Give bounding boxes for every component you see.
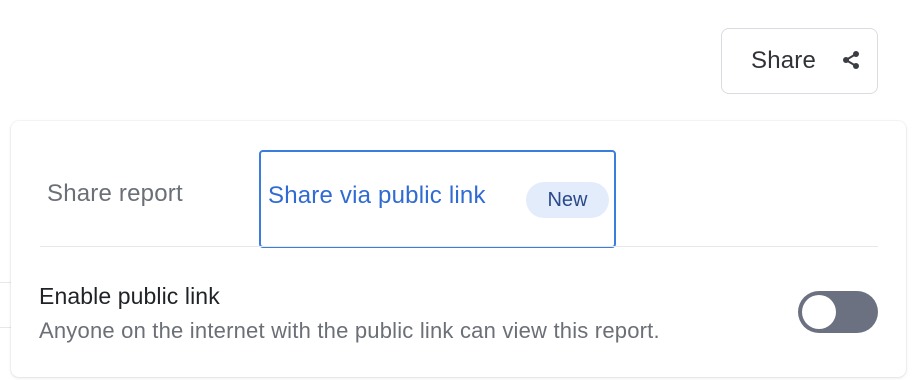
enable-public-link-title: Enable public link	[39, 283, 220, 309]
share-popover: Share report Share via public link New E…	[11, 121, 906, 377]
new-badge: New	[526, 182, 609, 218]
enable-public-link-description: Anyone on the internet with the public l…	[39, 318, 660, 343]
tab-share-via-public-link-label: Share via public link	[268, 182, 486, 209]
share-button[interactable]: Share	[721, 28, 878, 94]
share-button-label: Share	[751, 47, 817, 74]
tab-share-report[interactable]: Share report	[47, 180, 183, 208]
public-link-toggle[interactable]	[798, 291, 878, 333]
tabs-divider	[40, 246, 878, 247]
share-icon	[840, 49, 862, 71]
toggle-knob	[802, 295, 836, 329]
tab-share-via-public-link[interactable]: Share via public link New	[259, 150, 616, 248]
